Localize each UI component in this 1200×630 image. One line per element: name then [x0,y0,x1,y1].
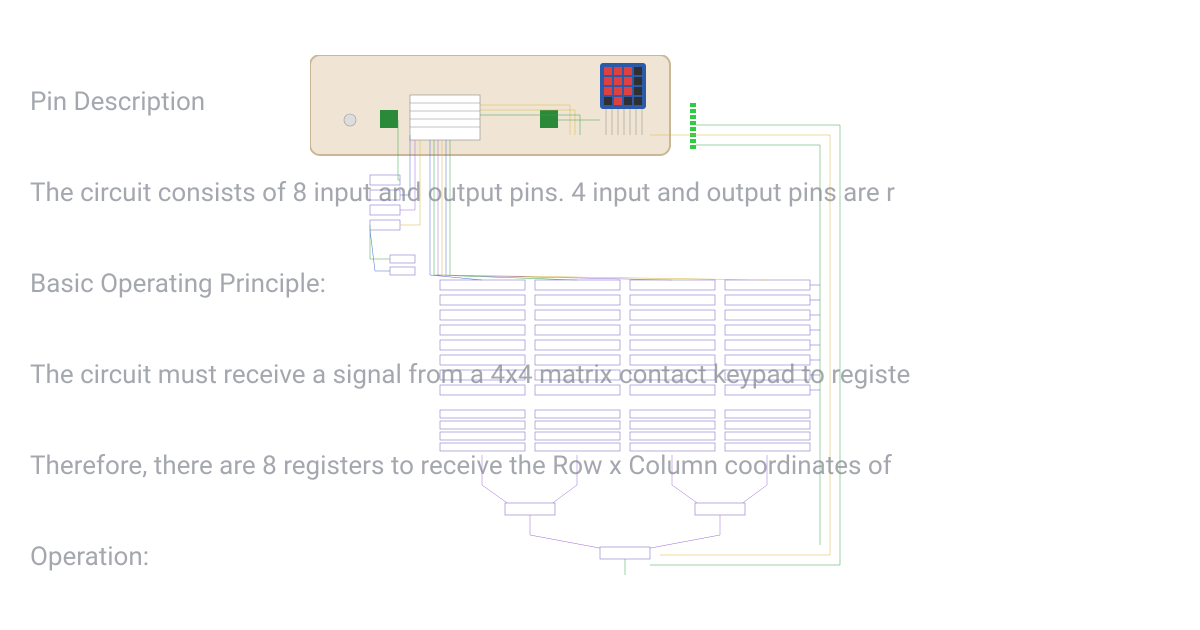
paragraph-registers: Therefore, there are 8 registers to rece… [30,449,1170,484]
description-text-layer: Pin Description The circuit consists of … [0,0,1200,630]
paragraph-pins: The circuit consists of 8 input and outp… [30,176,1170,211]
heading-operating-principle: Basic Operating Principle: [30,267,1170,302]
paragraph-signal: The circuit must receive a signal from a… [30,358,1170,393]
page-canvas: Pin Description The circuit consists of … [0,0,1200,630]
heading-operation: Operation: [30,540,1170,575]
heading-pin-description: Pin Description [30,85,1170,120]
